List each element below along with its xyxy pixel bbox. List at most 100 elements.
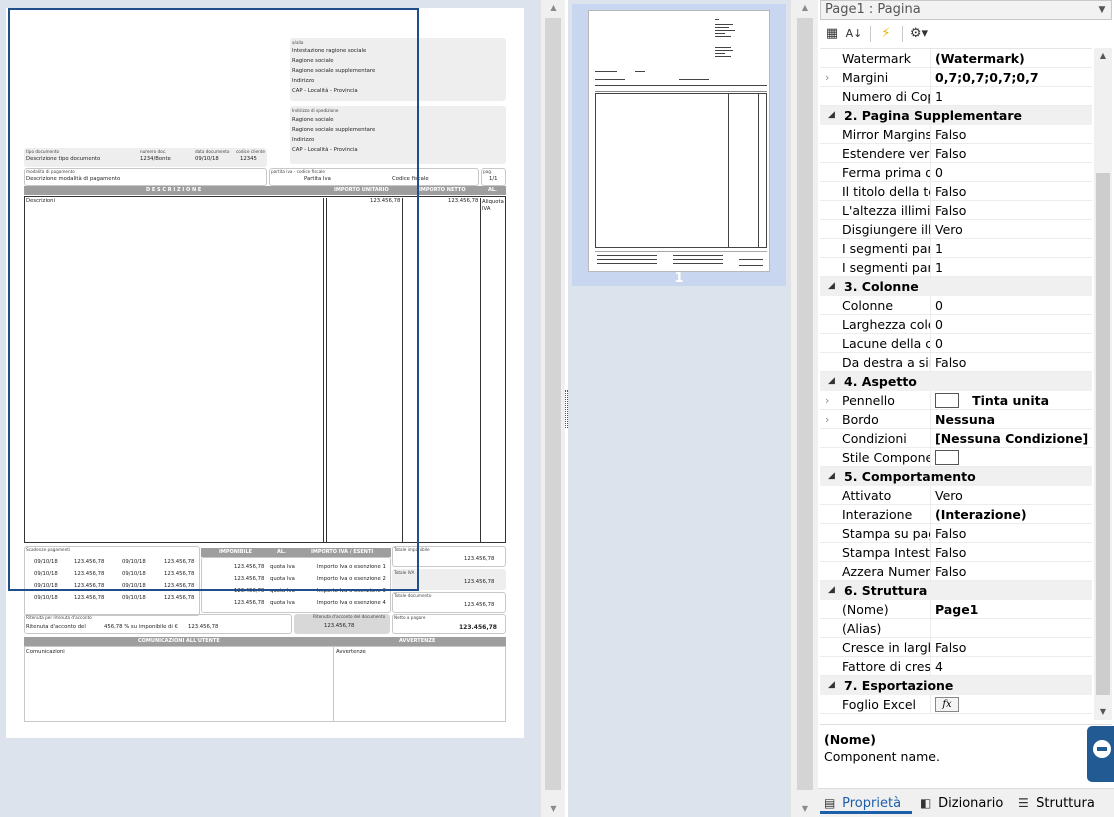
- scroll-up-arrow-icon[interactable]: ▲: [791, 0, 819, 16]
- property-scroll-thumb[interactable]: [1096, 173, 1110, 695]
- property-value[interactable]: 0: [935, 296, 1092, 315]
- property-grid-scrollbar[interactable]: ▲ ▼: [1094, 48, 1112, 720]
- property-value[interactable]: Falso: [935, 562, 1092, 581]
- property-value[interactable]: 4: [935, 657, 1092, 676]
- property-row[interactable]: I segmenti par larghezza 1: [820, 258, 1092, 277]
- property-row[interactable]: Stampa su pagine Falso: [820, 524, 1092, 543]
- property-value[interactable]: (Watermark): [935, 49, 1092, 68]
- property-row[interactable]: (Alias): [820, 619, 1092, 638]
- property-row[interactable]: Numero di Copie 1: [820, 87, 1092, 106]
- property-value[interactable]: Falso: [935, 144, 1092, 163]
- property-value[interactable]: Page1: [935, 600, 1092, 619]
- property-row[interactable]: › Margini 0,7;0,7;0,7;0,7: [820, 68, 1092, 87]
- collapse-triangle-icon[interactable]: ◢: [828, 467, 835, 486]
- property-row[interactable]: Disgiungere illimitato Vero: [820, 220, 1092, 239]
- property-value[interactable]: Falso: [935, 201, 1092, 220]
- sort-alphabetical-icon[interactable]: A↓: [844, 24, 864, 44]
- property-row[interactable]: Attivato Vero: [820, 486, 1092, 505]
- collapse-triangle-icon[interactable]: ◢: [828, 676, 835, 695]
- property-value[interactable]: 1: [935, 239, 1092, 258]
- property-value[interactable]: Falso: [935, 353, 1092, 372]
- tab-structure[interactable]: ☰ Struttura: [1014, 792, 1112, 814]
- property-row[interactable]: Azzera Numero Falso: [820, 562, 1092, 581]
- scroll-up-arrow-icon[interactable]: ▲: [541, 0, 566, 16]
- items-table[interactable]: [24, 196, 506, 543]
- canvas-vertical-scrollbar[interactable]: ▲ ▼: [540, 0, 565, 817]
- property-category[interactable]: ◢ 6. Struttura: [820, 581, 1092, 600]
- pages-scroll-thumb[interactable]: [797, 18, 813, 790]
- property-category[interactable]: ◢ 3. Colonne: [820, 277, 1092, 296]
- color-swatch[interactable]: [935, 450, 959, 465]
- property-value[interactable]: 0: [935, 163, 1092, 182]
- property-row[interactable]: Cresce in larghezza Falso: [820, 638, 1092, 657]
- tab-properties[interactable]: ▤ Proprietà: [820, 792, 912, 814]
- collapse-triangle-icon[interactable]: ◢: [828, 106, 835, 125]
- property-value[interactable]: 0: [935, 315, 1092, 334]
- property-grid[interactable]: Watermark (Watermark) › Margini 0,7;0,7;0,7;…: [820, 48, 1092, 716]
- property-value[interactable]: Tinta unita: [935, 391, 1092, 410]
- expand-chevron-icon[interactable]: ›: [825, 68, 839, 87]
- property-row[interactable]: Mirror Margins Falso: [820, 125, 1092, 144]
- tab-dictionary[interactable]: ◧ Dizionario: [916, 792, 1012, 814]
- property-category[interactable]: ◢ 5. Comportamento: [820, 467, 1092, 486]
- deadlines-box[interactable]: [24, 546, 200, 616]
- property-value[interactable]: Vero: [935, 220, 1092, 239]
- report-page[interactable]: a/alla Indirizzo di spedizione tipo docu…: [6, 8, 524, 738]
- scroll-down-arrow-icon[interactable]: ▼: [791, 801, 819, 817]
- property-row[interactable]: Foglio Excel fx: [820, 695, 1092, 714]
- property-value[interactable]: Nessuna: [935, 410, 1092, 429]
- scroll-down-arrow-icon[interactable]: ▼: [541, 801, 566, 817]
- property-row[interactable]: Watermark (Watermark): [820, 49, 1092, 68]
- property-value[interactable]: Falso: [935, 125, 1092, 144]
- property-value[interactable]: (Interazione): [935, 505, 1092, 524]
- property-row[interactable]: Estendere verso Falso: [820, 144, 1092, 163]
- property-value[interactable]: 1: [935, 258, 1092, 277]
- expand-chevron-icon[interactable]: ›: [825, 410, 839, 429]
- property-value[interactable]: Falso: [935, 638, 1092, 657]
- property-category[interactable]: ◢ 7. Esportazione: [820, 676, 1092, 695]
- property-row[interactable]: Condizioni [Nessuna Condizione]: [820, 429, 1092, 448]
- property-row[interactable]: I segmenti par larghezza 1: [820, 239, 1092, 258]
- property-category[interactable]: ◢ 4. Aspetto: [820, 372, 1092, 391]
- scroll-up-arrow-icon[interactable]: ▲: [1094, 48, 1112, 64]
- bottom-box[interactable]: [24, 646, 506, 722]
- property-value[interactable]: Falso: [935, 524, 1092, 543]
- events-lightning-icon[interactable]: ⚡: [876, 24, 896, 44]
- chevron-down-icon[interactable]: ▼: [1093, 1, 1111, 19]
- property-value[interactable]: 0: [935, 334, 1092, 353]
- property-row[interactable]: Ferma prima del 0: [820, 163, 1092, 182]
- canvas-scroll-thumb[interactable]: [545, 18, 561, 790]
- property-category[interactable]: ◢ 2. Pagina Supplementare: [820, 106, 1092, 125]
- property-row[interactable]: (Nome) Page1: [820, 600, 1092, 619]
- settings-gear-icon[interactable]: ⚙▾: [906, 24, 932, 44]
- expression-fx-button[interactable]: fx: [935, 697, 959, 712]
- shipping-box[interactable]: [290, 106, 506, 164]
- property-row[interactable]: L'altezza illimitata Falso: [820, 201, 1092, 220]
- page-thumbnail[interactable]: [588, 10, 770, 272]
- pages-vertical-scrollbar[interactable]: ▲ ▼: [790, 0, 818, 817]
- expand-chevron-icon[interactable]: ›: [825, 391, 839, 410]
- property-row[interactable]: Colonne 0: [820, 296, 1092, 315]
- property-value[interactable]: [935, 448, 1092, 467]
- color-swatch[interactable]: [935, 393, 959, 408]
- property-row[interactable]: Larghezza colonna 0: [820, 315, 1092, 334]
- component-selector[interactable]: Page1 : Pagina ▼: [820, 0, 1112, 20]
- property-row[interactable]: Lacune della colonna 0: [820, 334, 1092, 353]
- collapse-triangle-icon[interactable]: ◢: [828, 277, 835, 296]
- property-value[interactable]: 0,7;0,7;0,7;0,7: [935, 68, 1092, 87]
- property-row[interactable]: Interazione (Interazione): [820, 505, 1092, 524]
- remote-support-widget[interactable]: [1087, 726, 1114, 782]
- collapse-triangle-icon[interactable]: ◢: [828, 581, 835, 600]
- property-value[interactable]: Falso: [935, 543, 1092, 562]
- property-row[interactable]: Stile Componente: [820, 448, 1092, 467]
- property-row[interactable]: Fattore di crescita 4: [820, 657, 1092, 676]
- property-row[interactable]: Stampa Intestazione Falso: [820, 543, 1092, 562]
- property-value[interactable]: Falso: [935, 182, 1092, 201]
- property-value[interactable]: 1: [935, 87, 1092, 106]
- collapse-triangle-icon[interactable]: ◢: [828, 372, 835, 391]
- property-row[interactable]: › Bordo Nessuna: [820, 410, 1092, 429]
- property-row[interactable]: › Pennello Tinta unita: [820, 391, 1092, 410]
- designer-canvas[interactable]: a/alla Indirizzo di spedizione tipo docu…: [0, 0, 540, 817]
- categorized-view-icon[interactable]: ▦: [822, 24, 842, 44]
- property-value[interactable]: [Nessuna Condizione]: [935, 429, 1092, 448]
